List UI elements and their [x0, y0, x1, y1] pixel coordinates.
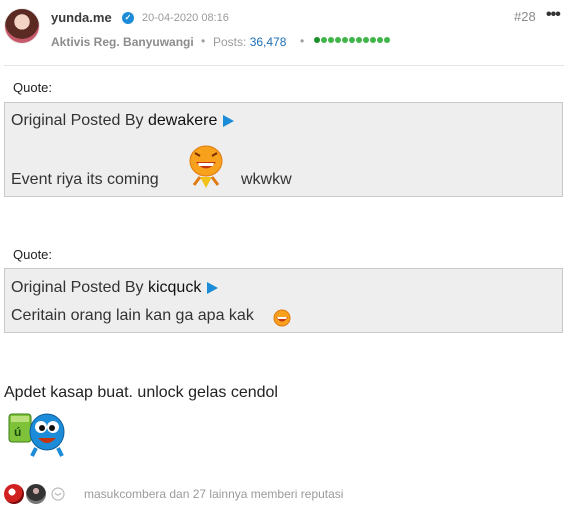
post-number[interactable]: #28: [514, 9, 536, 24]
reputation-dot: [328, 37, 334, 43]
posts-count: Posts: 36,478: [213, 35, 286, 49]
reputation-dot: [370, 37, 376, 43]
quote-text: Event riya its coming: [11, 171, 159, 188]
quote-suffix: wkwkw: [241, 171, 292, 188]
reputation-bar: [314, 37, 390, 43]
reputation-dot: [349, 37, 355, 43]
reputation-dot: [321, 37, 327, 43]
divider: [4, 65, 564, 66]
quote-label: Quote:: [13, 80, 53, 95]
quote-box: Original Posted By dewakere Event riya i…: [4, 102, 563, 197]
go-to-post-icon[interactable]: [223, 114, 235, 127]
quote-header: Original Posted By dewakere: [11, 112, 235, 130]
cendol-emoticon-icon: ú: [8, 413, 65, 457]
reputation-givers-text[interactable]: masukcombera dan 27 lainnya memberi repu…: [84, 487, 343, 501]
quote-header: Original Posted By kicquck: [11, 279, 219, 297]
go-to-post-icon[interactable]: [207, 281, 219, 294]
quote-box: Original Posted By kicquck Ceritain oran…: [4, 268, 563, 333]
quote-prefix: Original Posted By: [11, 112, 144, 129]
quote-text: Ceritain orang lain kan ga apa kak: [11, 307, 254, 324]
posts-value[interactable]: 36,478: [250, 35, 287, 49]
user-rank[interactable]: Aktivis Reg. Banyuwangi: [51, 35, 194, 49]
reputation-dot: [314, 37, 320, 43]
laughing-emoticon-icon: [189, 145, 223, 188]
separator-dot: •: [300, 34, 305, 48]
username[interactable]: yunda.me: [51, 10, 112, 25]
svg-text:ú: ú: [14, 425, 21, 439]
reputation-user-avatar[interactable]: [26, 484, 46, 504]
reputation-dot: [342, 37, 348, 43]
post-date: 20-04-2020 08:16: [142, 12, 229, 24]
posts-label: Posts:: [213, 35, 247, 49]
quote-author-link[interactable]: dewakere: [148, 112, 217, 129]
quote-author-link[interactable]: kicquck: [148, 279, 201, 296]
reputation-icon[interactable]: [51, 487, 65, 501]
reputation-dot: [335, 37, 341, 43]
reputation-dot: [384, 37, 390, 43]
quote-prefix: Original Posted By: [11, 279, 144, 296]
laughing-emoticon-icon: [273, 309, 291, 327]
verified-badge-icon: ✓: [122, 12, 134, 24]
avatar[interactable]: [4, 8, 40, 44]
separator-dot: •: [201, 34, 206, 48]
quote-label: Quote:: [13, 247, 53, 262]
reputation-dot: [377, 37, 383, 43]
reputation-dot: [363, 37, 369, 43]
post-body-text: Apdet kasap buat. unlock gelas cendol: [4, 384, 278, 401]
reputation-dot: [356, 37, 362, 43]
reputation-user-avatar[interactable]: [4, 484, 24, 504]
more-options-icon[interactable]: •••: [546, 6, 561, 24]
